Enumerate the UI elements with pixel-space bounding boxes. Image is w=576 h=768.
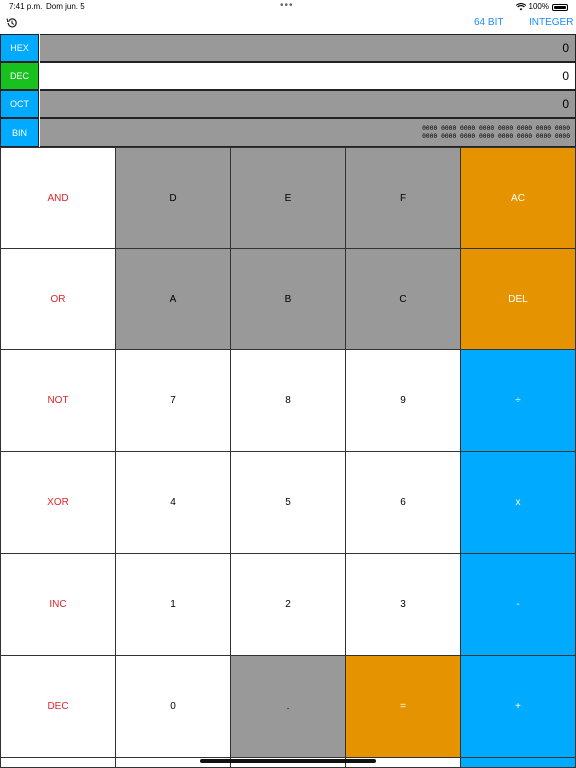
digit-a-key[interactable]: A xyxy=(115,248,231,350)
digit-8-key[interactable]: 8 xyxy=(230,349,346,452)
digit-4-key[interactable]: 4 xyxy=(115,451,231,554)
digit-f-key[interactable]: F xyxy=(345,147,461,249)
bit-size-button[interactable]: 64 BIT xyxy=(474,17,503,28)
digit-5-key[interactable]: 5 xyxy=(230,451,346,554)
add-key[interactable]: + xyxy=(460,655,576,758)
history-icon[interactable] xyxy=(5,16,19,30)
number-mode-button[interactable]: INTEGER xyxy=(529,17,573,28)
all-clear-key[interactable]: AC xyxy=(460,147,576,249)
bin-label-button[interactable]: BIN xyxy=(0,118,39,147)
xor-key[interactable]: XOR xyxy=(0,451,116,554)
not-key[interactable]: NOT xyxy=(0,349,116,452)
bin-value-line-1: 0000 0000 0000 0000 0000 0000 0000 0000 xyxy=(422,125,570,132)
digit-3-key[interactable]: 3 xyxy=(345,553,461,656)
multitask-dots[interactable]: ••• xyxy=(280,0,294,13)
multiply-key[interactable]: x xyxy=(460,451,576,554)
bin-value-line-2: 0000 0000 0000 0000 0000 0000 0000 0000 xyxy=(422,133,570,140)
hex-value: 0 xyxy=(40,34,576,62)
digit-e-key[interactable]: E xyxy=(230,147,346,249)
equals-key[interactable]: = xyxy=(345,655,461,758)
digit-7-key[interactable]: 7 xyxy=(115,349,231,452)
digit-c-key[interactable]: C xyxy=(345,248,461,350)
oct-value: 0 xyxy=(40,90,576,118)
oct-label-button[interactable]: OCT xyxy=(0,90,39,118)
bin-row: BIN 0000 0000 0000 0000 0000 0000 0000 0… xyxy=(0,118,576,147)
home-indicator[interactable] xyxy=(200,759,376,763)
digit-9-key[interactable]: 9 xyxy=(345,349,461,452)
or-key[interactable]: OR xyxy=(0,248,116,350)
inc-key[interactable]: INC xyxy=(0,553,116,656)
wifi-icon xyxy=(515,3,526,11)
hex-label-button[interactable]: HEX xyxy=(0,34,39,62)
digit-b-key[interactable]: B xyxy=(230,248,346,350)
subtract-key[interactable]: - xyxy=(460,553,576,656)
status-time: 7:41 p.m. xyxy=(9,2,43,11)
dec-value: 0 xyxy=(40,62,576,90)
status-date: Dom jun. 5 xyxy=(46,2,85,11)
dec-key[interactable]: DEC xyxy=(0,655,116,758)
digit-2-key[interactable]: 2 xyxy=(230,553,346,656)
battery-percent: 100% xyxy=(528,2,549,11)
status-indicators: 100% xyxy=(515,0,568,14)
dec-label-button[interactable]: DEC xyxy=(0,62,39,90)
digit-d-key[interactable]: D xyxy=(115,147,231,249)
toolbar: 64 BIT INTEGER xyxy=(0,14,576,34)
extra-key-partial[interactable] xyxy=(460,757,576,768)
delete-key[interactable]: DEL xyxy=(460,248,576,350)
status-bar: 7:41 p.m. Dom jun. 5 ••• 100% xyxy=(0,0,576,14)
oct-row: OCT 0 xyxy=(0,90,576,118)
digit-0-key[interactable]: 0 xyxy=(115,655,231,758)
extra-key-partial[interactable] xyxy=(0,757,116,768)
divide-key[interactable]: ÷ xyxy=(460,349,576,452)
digit-1-key[interactable]: 1 xyxy=(115,553,231,656)
digit-6-key[interactable]: 6 xyxy=(345,451,461,554)
hex-row: HEX 0 xyxy=(0,34,576,62)
dec-row: DEC 0 xyxy=(0,62,576,90)
keypad: AND D E F AC OR A B C DEL NOT 7 8 9 ÷ XO… xyxy=(0,147,576,768)
decimal-point-key[interactable]: . xyxy=(230,655,346,758)
battery-icon xyxy=(552,3,568,11)
and-key[interactable]: AND xyxy=(0,147,116,249)
bin-value: 0000 0000 0000 0000 0000 0000 0000 0000 … xyxy=(40,118,576,147)
